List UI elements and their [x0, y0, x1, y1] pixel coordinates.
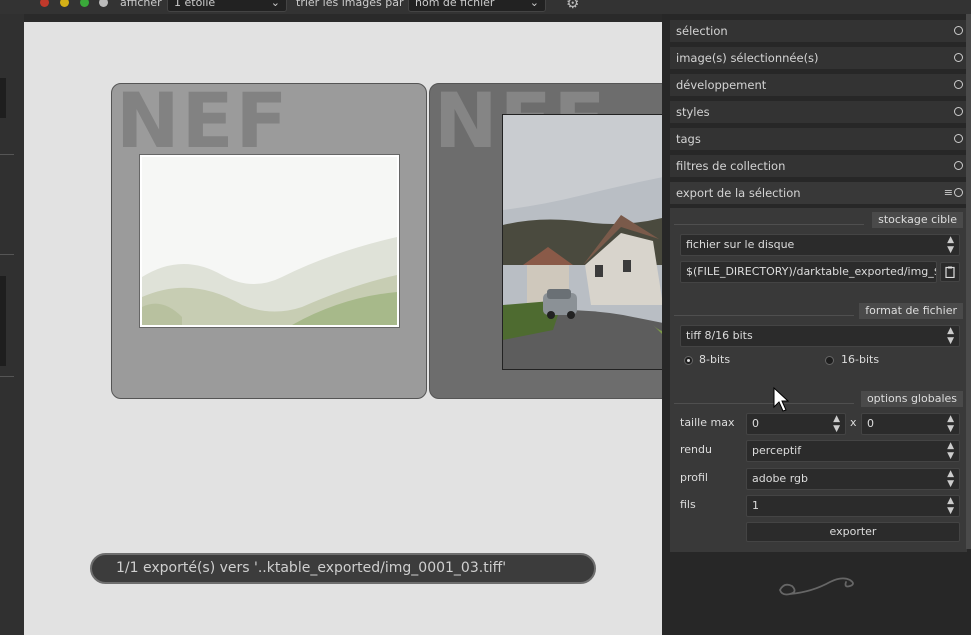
max-height-input[interactable]: 0 ▲ ▼ — [861, 413, 960, 435]
rating-filter-select[interactable]: 1 étoile ⌄ — [167, 0, 287, 12]
bits-16-label: 16-bits — [841, 353, 880, 366]
bits-8-label: 8-bits — [699, 353, 731, 366]
window-extra-button[interactable] — [99, 0, 108, 7]
mouse-cursor-icon — [773, 387, 789, 412]
divider — [674, 315, 854, 316]
profile-label: profil — [680, 471, 708, 484]
right-panel: sélection image(s) sélectionnée(s) dével… — [662, 14, 971, 635]
file-extension-watermark: NEF — [116, 83, 290, 165]
profile-select[interactable]: adobe rgb ▲ ▼ — [746, 468, 960, 490]
max-size-label: taille max — [680, 416, 735, 429]
divider — [0, 376, 14, 377]
spin-arrows-icon[interactable]: ▲ ▼ — [947, 414, 954, 434]
reset-icon[interactable] — [954, 161, 963, 170]
chevron-down-icon: ⌄ — [270, 0, 280, 9]
section-global-options-title: options globales — [860, 391, 963, 407]
chevron-down-icon: ⌄ — [529, 0, 539, 9]
module-label: développement — [676, 78, 767, 92]
max-size-separator: x — [850, 416, 857, 429]
module-styles[interactable]: styles — [670, 101, 967, 123]
module-label: tags — [676, 132, 701, 146]
module-development[interactable]: développement — [670, 74, 967, 96]
sort-value: nom de fichier — [415, 0, 495, 9]
storage-select[interactable]: fichier sur le disque ▲ ▼ — [680, 234, 960, 256]
lighttable-center: NEF NEF — [24, 22, 662, 635]
export-module-body: stockage cible fichier sur le disque ▲ ▼ … — [670, 208, 967, 552]
reset-icon[interactable] — [954, 188, 963, 197]
module-collection-filters[interactable]: filtres de collection — [670, 155, 967, 177]
threads-label: fils — [680, 498, 696, 511]
export-path-value: $(FILE_DIRECTORY)/darktable_exported/img… — [686, 265, 937, 278]
updown-arrows-icon: ▲ ▼ — [947, 441, 954, 461]
reset-icon[interactable] — [954, 134, 963, 143]
module-selected-images[interactable]: image(s) sélectionnée(s) — [670, 47, 967, 69]
max-height-value: 0 — [867, 417, 874, 430]
clipboard-icon — [945, 266, 955, 279]
reset-icon[interactable] — [954, 80, 963, 89]
panel-end-ornament-icon — [779, 577, 854, 596]
module-label: export de la sélection — [676, 186, 801, 200]
left-panel-handle[interactable] — [0, 78, 6, 118]
updown-arrows-icon: ▲ ▼ — [947, 235, 954, 255]
intent-value: perceptif — [752, 444, 802, 457]
max-width-input[interactable]: 0 ▲ ▼ — [746, 413, 846, 435]
rating-filter-value: 1 étoile — [174, 0, 216, 9]
format-select[interactable]: tiff 8/16 bits ▲ ▼ — [680, 325, 960, 347]
export-toast: 1/1 exporté(s) vers '..ktable_exported/i… — [90, 553, 596, 584]
section-format-title: format de fichier — [859, 303, 963, 319]
top-toolbar: afficher 1 étoile ⌄ trier les images par… — [0, 0, 971, 14]
thumbnail-photo — [502, 114, 662, 370]
module-label: filtres de collection — [676, 159, 786, 173]
folder-browse-button[interactable] — [940, 262, 960, 282]
reset-icon[interactable] — [954, 53, 963, 62]
show-label: afficher — [120, 0, 162, 9]
updown-arrows-icon: ▲ ▼ — [947, 326, 954, 346]
thumbnail-photo — [139, 154, 400, 328]
divider — [674, 224, 864, 225]
module-label: sélection — [676, 24, 728, 38]
sort-select[interactable]: nom de fichier ⌄ — [408, 0, 546, 12]
reset-icon[interactable] — [954, 26, 963, 35]
thumbnail-2[interactable]: NEF — [429, 83, 662, 399]
spin-arrows-icon[interactable]: ▲ ▼ — [833, 414, 840, 434]
spin-arrows-icon[interactable]: ▲ ▼ — [947, 496, 954, 516]
sort-label: trier les images par — [296, 0, 404, 9]
module-tags[interactable]: tags — [670, 128, 967, 150]
export-button[interactable]: exporter — [746, 522, 960, 542]
threads-value: 1 — [752, 499, 759, 512]
updown-arrows-icon: ▲ ▼ — [947, 469, 954, 489]
minimize-window-button[interactable] — [60, 0, 69, 7]
storage-value: fichier sur le disque — [686, 238, 795, 251]
bits-8-radio[interactable] — [684, 356, 693, 365]
reset-icon[interactable] — [954, 107, 963, 116]
hamburger-menu-icon[interactable]: ≡ — [944, 182, 953, 204]
module-label: styles — [676, 105, 710, 119]
profile-value: adobe rgb — [752, 472, 808, 485]
scrollbar-thumb[interactable] — [966, 14, 971, 549]
divider — [0, 254, 14, 255]
landscape-image — [142, 157, 397, 325]
module-label: image(s) sélectionnée(s) — [676, 51, 819, 65]
export-path-input[interactable]: $(FILE_DIRECTORY)/darktable_exported/img… — [680, 261, 937, 283]
module-export-selection[interactable]: export de la sélection ≡ — [670, 182, 967, 204]
threads-input[interactable]: 1 ▲ ▼ — [746, 495, 960, 517]
divider — [0, 154, 14, 155]
format-value: tiff 8/16 bits — [686, 329, 753, 342]
intent-select[interactable]: perceptif ▲ ▼ — [746, 440, 960, 462]
module-selection[interactable]: sélection — [670, 20, 967, 42]
left-panel-handle[interactable] — [0, 276, 6, 366]
left-panel-collapsed — [0, 14, 24, 635]
section-storage-title: stockage cible — [872, 212, 963, 228]
max-width-value: 0 — [752, 417, 759, 430]
maximize-window-button[interactable] — [80, 0, 89, 7]
gear-icon[interactable]: ⚙ — [566, 0, 579, 12]
close-window-button[interactable] — [40, 0, 49, 7]
divider — [674, 403, 854, 404]
bits-16-radio[interactable] — [825, 356, 834, 365]
village-street-image — [503, 115, 662, 369]
thumbnail-1[interactable]: NEF — [111, 83, 427, 399]
intent-label: rendu — [680, 443, 712, 456]
